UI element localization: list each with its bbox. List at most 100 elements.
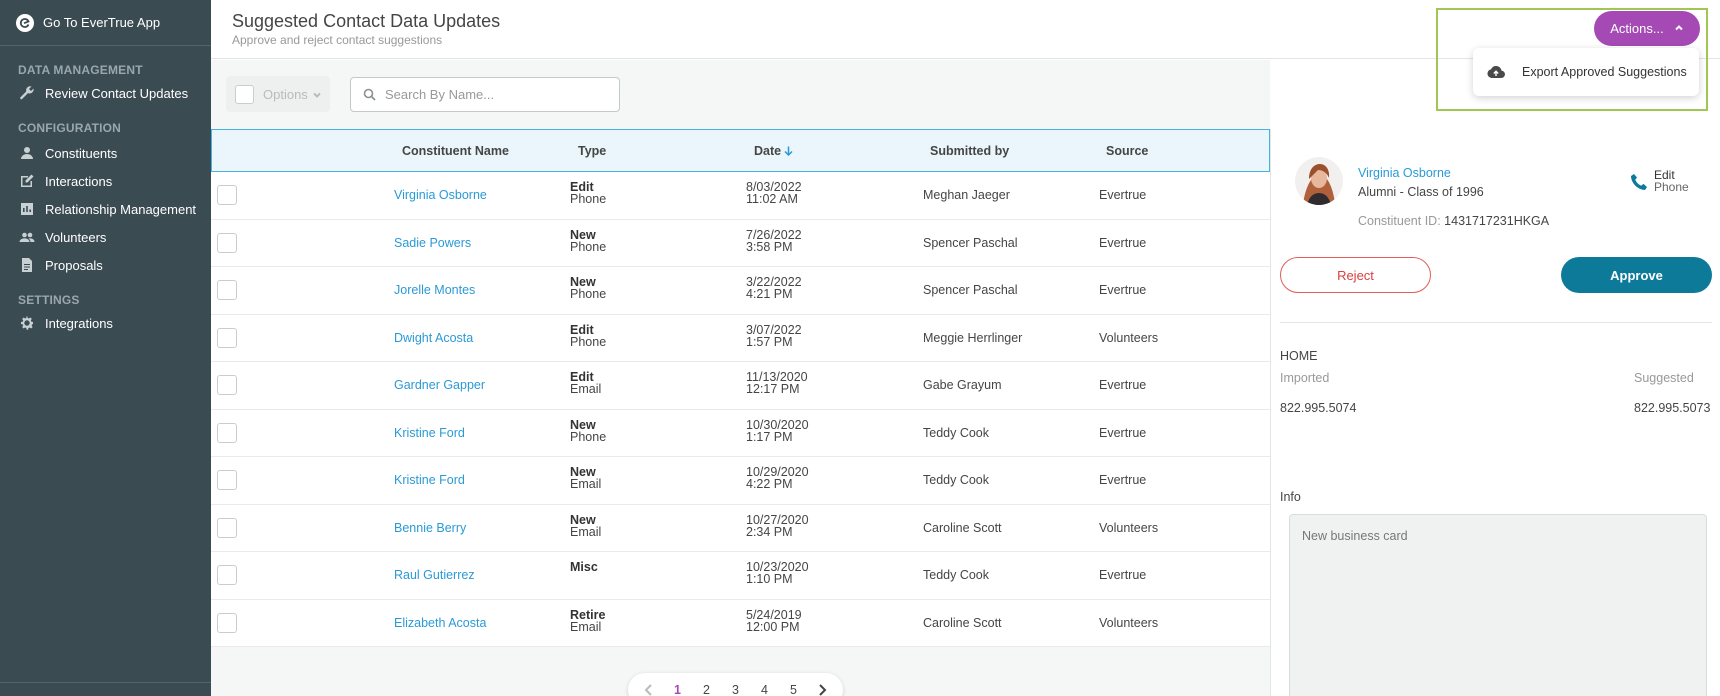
time-value: 11:02 AM (746, 192, 798, 206)
time-value: 1:10 PM (746, 572, 793, 586)
column-header-constituent-name[interactable]: Constituent Name (402, 144, 509, 158)
date-cell: 11/13/2020 12:17 PM (746, 371, 808, 396)
type-cell: Edit Email (570, 371, 602, 396)
sidebar-item-constituents[interactable]: Constituents (0, 139, 211, 167)
constituent-name-link[interactable]: Bennie Berry (394, 521, 466, 535)
prev-page-button[interactable] (634, 676, 663, 696)
date-cell: 5/24/2019 12:00 PM (746, 607, 802, 634)
row-checkbox[interactable] (217, 232, 237, 253)
row-checkbox[interactable] (217, 375, 237, 395)
search-box[interactable] (350, 77, 620, 112)
constituent-name-link[interactable]: Virginia Osborne (394, 188, 487, 202)
submitted-by-cell: Spencer Paschal (923, 235, 1018, 250)
source-cell: Evertrue (1099, 188, 1147, 202)
submitted-by-cell: Spencer Paschal (923, 283, 1018, 297)
date-value: 3/07/2022 (746, 322, 802, 337)
constituent-name-link[interactable]: Kristine Ford (394, 426, 465, 440)
approve-button[interactable]: Approve (1561, 257, 1712, 293)
row-checkbox[interactable] (217, 422, 237, 443)
reject-button[interactable]: Reject (1280, 257, 1431, 293)
table-row[interactable]: Bennie Berry New Email 10/27/2020 2:34 PM Car… (211, 504, 1270, 552)
date-cell: 3/22/2022 4:21 PM (746, 276, 802, 301)
source-cell: Volunteers (1099, 330, 1159, 345)
sidebar-item-volunteers[interactable]: Volunteers (0, 223, 211, 251)
constituent-name-link[interactable]: Jorelle Montes (394, 283, 475, 297)
column-header-type[interactable]: Type (578, 144, 606, 158)
suggestions-table: Constituent Name Type Date Submitted by … (211, 129, 1270, 647)
constituent-name-link[interactable]: Dwight Acosta (394, 331, 473, 345)
detail-constituent-name-link[interactable]: Virginia Osborne (1358, 166, 1451, 180)
source-cell: Evertrue (1099, 425, 1147, 440)
cloud-upload-icon (1487, 65, 1505, 79)
type-cell: New Phone (570, 228, 606, 253)
column-header-source[interactable]: Source (1106, 144, 1148, 158)
row-checkbox[interactable] (217, 280, 237, 300)
table-row[interactable]: Elizabeth Acosta Retire Email 5/24/2019 12:0… (211, 599, 1270, 647)
sidebar-item-review-contact-updates[interactable]: Review Contact Updates (0, 79, 211, 107)
submitted-by-cell: Teddy Cook (923, 425, 990, 440)
source-cell: Evertrue (1099, 283, 1147, 297)
document-icon (18, 257, 36, 273)
suggested-value: 822.995.5073 (1634, 401, 1711, 415)
date-value: 5/24/2019 (746, 607, 802, 622)
row-checkbox[interactable] (217, 185, 237, 205)
contact-section-label: HOME (1280, 349, 1318, 363)
submitted-by-cell: Gabe Grayum (923, 378, 1002, 392)
select-all-checkbox[interactable] (235, 84, 254, 104)
table-row[interactable]: Dwight Acosta Edit Phone 3/07/2022 1:57 PM Me… (211, 314, 1270, 362)
sort-down-arrow-icon (781, 144, 793, 158)
sidebar-item-relationship-management[interactable]: Relationship Management (0, 195, 211, 223)
page-5-button[interactable]: 5 (779, 676, 808, 696)
column-header-date[interactable]: Date (754, 144, 793, 158)
type-cell: Edit Phone (570, 323, 607, 349)
row-checkbox[interactable] (217, 517, 237, 538)
actions-button[interactable]: Actions... (1594, 11, 1700, 46)
table-row[interactable]: Sadie Powers New Phone 7/26/2022 3:58 PM Spen… (211, 219, 1270, 267)
constituent-name-link[interactable]: Raul Gutierrez (394, 568, 475, 582)
column-header-submitted-by[interactable]: Submitted by (930, 144, 1009, 158)
sidebar-item-interactions[interactable]: Interactions (0, 167, 211, 195)
page-2-button[interactable]: 2 (692, 676, 721, 696)
row-checkbox[interactable] (217, 565, 237, 585)
page-4-button[interactable]: 4 (750, 676, 779, 696)
search-input[interactable] (385, 87, 605, 102)
table-row[interactable]: Raul Gutierrez Misc 10/23/2020 1:10 PM Teddy… (211, 552, 1270, 600)
constituent-name-link[interactable]: Gardner Gapper (394, 378, 485, 392)
next-page-button[interactable] (808, 676, 837, 696)
go-to-evertrue-label: Go To EverTrue App (43, 15, 161, 30)
type-field: Phone (570, 334, 607, 349)
constituent-name-link[interactable]: Elizabeth Acosta (394, 616, 486, 630)
row-checkbox[interactable] (217, 612, 237, 633)
page-3-button[interactable]: 3 (721, 676, 750, 696)
menu-item-export-approved-suggestions[interactable]: Export Approved Suggestions (1473, 48, 1699, 96)
type-field: Email (570, 524, 602, 539)
source-cell: Evertrue (1099, 473, 1147, 487)
chevron-right-icon (819, 684, 827, 696)
time-value: 12:00 PM (746, 619, 800, 634)
source-cell: Evertrue (1099, 235, 1147, 250)
type-field: Email (570, 382, 602, 396)
row-checkbox[interactable] (217, 327, 237, 348)
type-action: New (570, 512, 596, 527)
submitted-by-cell: Caroline Scott (923, 520, 1002, 535)
time-value: 12:17 PM (746, 382, 800, 396)
detail-constituent-id: Constituent ID: 1431717231HKGA (1358, 214, 1549, 228)
constituent-name-link[interactable]: Sadie Powers (394, 236, 471, 250)
sidebar-item-proposals[interactable]: Proposals (0, 251, 211, 279)
wrench-icon (18, 85, 36, 101)
page-1-button[interactable]: 1 (663, 676, 692, 696)
detail-class-info: Alumni - Class of 1996 (1358, 185, 1484, 199)
table-row[interactable]: Gardner Gapper Edit Email 11/13/2020 12:17 P… (211, 362, 1270, 410)
go-to-evertrue-link[interactable]: Go To EverTrue App (0, 0, 211, 46)
options-dropdown[interactable]: Options (226, 76, 330, 112)
constituent-name-link[interactable]: Kristine Ford (394, 473, 465, 487)
row-checkbox[interactable] (217, 470, 237, 490)
table-row[interactable]: Kristine Ford New Phone 10/30/2020 1:17 PM Te… (211, 409, 1270, 457)
table-row[interactable]: Kristine Ford New Email 10/29/2020 4:22 PM Te… (211, 457, 1270, 505)
sidebar-item-label: Volunteers (45, 229, 107, 245)
suggestion-detail-panel: Virginia Osborne Alumni - Class of 1996 … (1270, 129, 1720, 696)
table-row[interactable]: Virginia Osborne Edit Phone 8/03/2022 11:02 … (211, 172, 1270, 220)
sidebar-item-integrations[interactable]: Integrations (0, 309, 211, 337)
table-row[interactable]: Jorelle Montes New Phone 3/22/2022 4:21 PM Sp… (211, 267, 1270, 315)
source-cell: Evertrue (1099, 378, 1147, 392)
